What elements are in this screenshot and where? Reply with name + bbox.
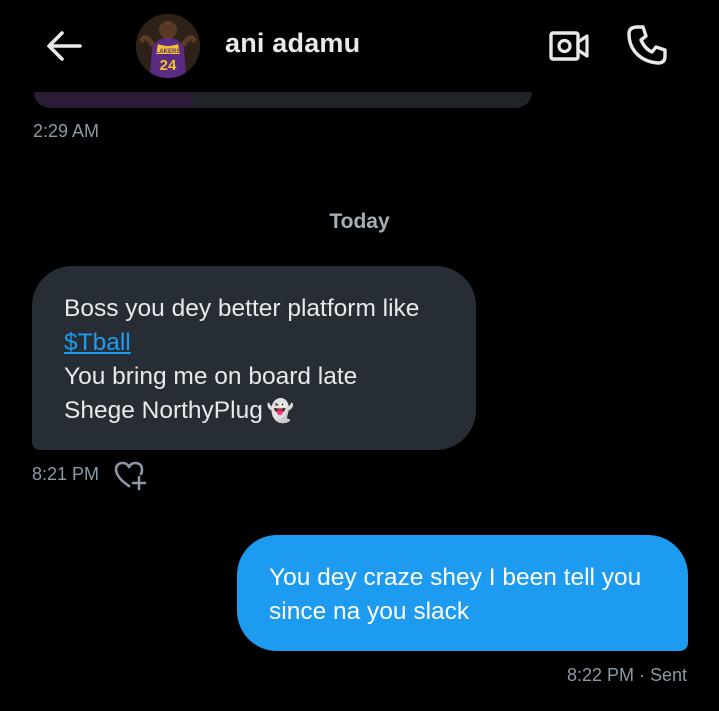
previous-message-preview[interactable]: [34, 92, 532, 108]
message-line: You bring me on board late: [64, 363, 358, 390]
message-line: Boss you dey better platform like: [64, 295, 420, 322]
contact-name[interactable]: ani adamu: [225, 28, 360, 59]
ghost-emoji: 👻: [266, 398, 295, 423]
avatar-jersey-text: LAKERS: [156, 49, 181, 55]
arrow-left-icon: [47, 31, 82, 61]
video-camera-icon: [549, 31, 589, 61]
message-line: since na you slack: [269, 598, 470, 625]
react-button[interactable]: [112, 458, 148, 492]
back-button[interactable]: [40, 24, 88, 68]
previous-message-time: 2:29 AM: [33, 121, 100, 141]
avatar-jersey-number: 24: [160, 57, 177, 74]
cashtag-link[interactable]: $Tball: [64, 329, 131, 356]
avatar-image: LAKERS 24: [136, 14, 200, 78]
voice-call-button[interactable]: [624, 22, 670, 68]
message-line: You dey craze shey I been tell you: [269, 564, 642, 591]
outgoing-message-status: 8:22 PM · Sent: [566, 665, 687, 685]
video-call-button[interactable]: [546, 26, 592, 66]
outgoing-message-bubble[interactable]: You dey craze shey I been tell you since…: [237, 535, 688, 651]
message-line: Shege NorthyPlug: [64, 397, 263, 424]
conversation-header: LAKERS 24 ani adamu: [0, 0, 719, 96]
previous-message-media: [34, 92, 192, 108]
incoming-message-bubble[interactable]: Boss you dey better platform like $Tball…: [32, 266, 476, 450]
incoming-message-time: 8:21 PM: [32, 464, 100, 484]
heart-plus-icon: [114, 461, 147, 491]
avatar[interactable]: LAKERS 24: [136, 14, 200, 78]
phone-icon: [627, 25, 667, 65]
date-divider: Today: [329, 210, 390, 233]
